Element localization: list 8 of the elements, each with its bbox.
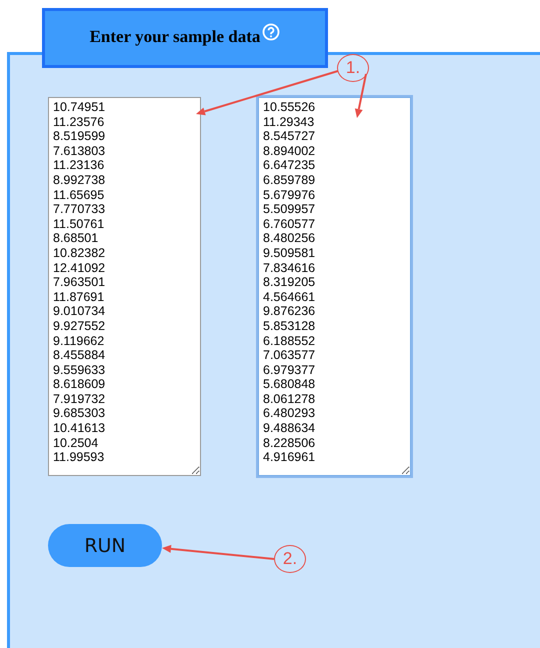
help-icon[interactable] <box>262 23 280 41</box>
header-title: Enter your sample data <box>90 27 260 47</box>
step-callout: 2. <box>274 545 306 573</box>
arrow <box>354 74 367 118</box>
run-button[interactable]: RUN <box>48 524 162 567</box>
step-callout: 1. <box>337 54 369 82</box>
sample-input-field[interactable]: 10.74951 11.23576 8.519599 7.613803 11.23136 8.992738 11.65695 7.770733 11.50761 8.68501 10.82382 12.41092 7.963501 11.87691 9.010734 9.927552 9.119662 8.455884 9.559633 8.618609 7.919732 9.685303 10.41613 10.2504 11.99593 <box>48 97 201 476</box>
sample-input-field[interactable]: 10.55526 11.29343 8.545727 8.894002 6.647235 6.859789 5.679976 5.509957 6.760577 8.480256 9.509581 7.834616 8.319205 4.564661 9.876236 5.853128 6.188552 7.063577 6.979377 5.680848 8.061278 6.480293 9.488634 8.228506 4.916961 <box>258 97 411 476</box>
